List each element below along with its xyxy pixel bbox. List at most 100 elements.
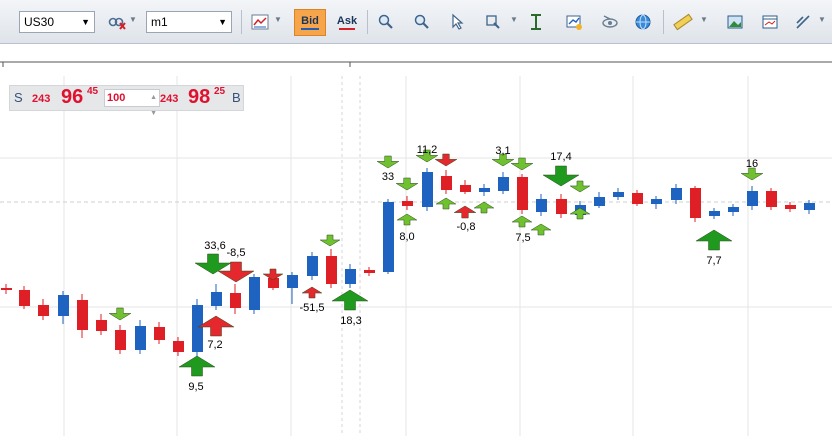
quote-panel: S 243 96 45 100 ▲ ▼ 243 98 25 B xyxy=(9,85,244,117)
arrow-down-icon xyxy=(395,177,419,191)
trade-label: 11,2 xyxy=(417,144,438,156)
candle-body xyxy=(211,292,222,306)
bid-label: Bid xyxy=(301,15,319,27)
candle-body xyxy=(441,176,452,190)
properties-icon[interactable] xyxy=(562,10,586,34)
separator xyxy=(367,10,368,34)
zoom-in-icon[interactable] xyxy=(374,10,398,34)
arrow-up-icon xyxy=(530,223,552,236)
spinner-icon[interactable]: ▲ ▼ xyxy=(150,90,157,122)
candle-body xyxy=(728,207,739,212)
zoom-out-icon[interactable] xyxy=(410,10,434,34)
chart-window-icon[interactable] xyxy=(758,10,782,34)
candle-body xyxy=(173,341,184,352)
sell-price-big[interactable]: 243 xyxy=(32,93,50,105)
arrow-down-icon xyxy=(262,268,284,281)
candle-body xyxy=(154,327,165,340)
candle-body xyxy=(613,192,624,197)
symbol-value: US30 xyxy=(24,15,55,29)
candle-body xyxy=(364,270,375,273)
candle-body xyxy=(230,293,241,308)
toolbar: US30 ▼ ▼ m1 ▼ ▼ Bid Ask ▼ ▼ ▼ xyxy=(0,0,832,44)
timeframe-value: m1 xyxy=(151,15,168,29)
sell-label[interactable]: S xyxy=(14,90,23,105)
timeframe-select[interactable]: m1 ▼ xyxy=(146,11,232,33)
candle-body xyxy=(747,191,758,206)
candle-body xyxy=(1,288,12,290)
candle-body xyxy=(383,202,394,272)
candles xyxy=(1,168,815,359)
candle-body xyxy=(345,269,356,284)
trade-label: 7,2 xyxy=(207,339,222,351)
candle-body xyxy=(632,193,643,204)
ask-button[interactable]: Ask xyxy=(333,9,361,36)
candle-body xyxy=(766,191,777,207)
sell-price-main[interactable]: 96 xyxy=(61,86,83,109)
arrow-up-icon xyxy=(453,205,477,219)
bid-underline xyxy=(301,28,319,30)
chevron-down-icon[interactable]: ▼ xyxy=(700,15,708,24)
candle-body xyxy=(709,211,720,216)
trade-label: -0,8 xyxy=(457,221,476,233)
screenshot-icon[interactable] xyxy=(723,10,747,34)
chevron-down-icon[interactable]: ▼ xyxy=(129,15,137,24)
trade-label: 7,7 xyxy=(706,255,721,267)
lot-size-input[interactable]: 100 ▲ ▼ xyxy=(104,89,160,117)
trade-label: 3,1 xyxy=(495,145,510,157)
symbol-link-icon[interactable] xyxy=(105,10,129,34)
chart-type-icon[interactable] xyxy=(248,10,272,34)
trade-label: 9,5 xyxy=(188,381,203,393)
trendline-icon[interactable] xyxy=(791,10,815,34)
arrow-up-icon xyxy=(569,207,591,220)
cursor-icon[interactable] xyxy=(445,10,469,34)
arrow-up-icon xyxy=(511,215,533,228)
trade-label: 33,6 xyxy=(204,240,225,252)
globe-icon[interactable] xyxy=(631,10,655,34)
candle-body xyxy=(135,326,146,350)
chevron-down-icon[interactable]: ▼ xyxy=(510,15,518,24)
buy-price-big[interactable]: 243 xyxy=(160,93,178,105)
buy-price-main[interactable]: 98 xyxy=(188,86,210,109)
crosshair-icon[interactable] xyxy=(481,10,505,34)
visibility-icon[interactable] xyxy=(598,10,622,34)
candle-body xyxy=(249,277,260,310)
candle-body xyxy=(594,197,605,206)
buy-price-sup[interactable]: 25 xyxy=(214,86,225,97)
chevron-down-icon[interactable]: ▼ xyxy=(274,15,282,24)
sell-price-sup[interactable]: 45 xyxy=(87,86,98,97)
trade-label: -8,5 xyxy=(227,247,246,259)
candle-body xyxy=(402,201,413,206)
candle-body xyxy=(96,320,107,331)
bid-button[interactable]: Bid xyxy=(294,9,326,36)
candle-body xyxy=(785,205,796,209)
chevron-down-icon[interactable]: ▼ xyxy=(818,15,826,24)
trade-label: 33 xyxy=(382,171,394,183)
arrow-down-icon xyxy=(108,307,132,321)
trade-label: 8,0 xyxy=(399,231,414,243)
candle-body xyxy=(804,203,815,210)
candle-body xyxy=(536,199,547,212)
candle-body xyxy=(58,295,69,316)
candle-body xyxy=(479,188,490,192)
trade-label: 16 xyxy=(746,158,758,170)
buy-label[interactable]: B xyxy=(232,90,241,105)
candle-body xyxy=(498,177,509,191)
ruler-icon[interactable] xyxy=(671,10,695,34)
arrow-up-icon xyxy=(301,286,323,299)
candle-body xyxy=(192,305,203,352)
chevron-down-icon: ▼ xyxy=(81,17,90,27)
candle-body xyxy=(287,275,298,288)
candle-body xyxy=(671,188,682,200)
symbol-select[interactable]: US30 ▼ xyxy=(19,11,95,33)
arrow-down-icon xyxy=(434,153,458,167)
trade-labels: 33,6-8,5 7,2 9,5 -51,5 18,3 33 8,0 11,2 -0,8 3,1 7… xyxy=(188,144,758,393)
period-separator-icon[interactable] xyxy=(524,10,548,34)
trade-label: 17,4 xyxy=(550,151,571,163)
ask-label: Ask xyxy=(336,15,358,27)
arrow-up-icon xyxy=(435,197,457,210)
candle-body xyxy=(326,256,337,284)
arrow-up-icon xyxy=(396,213,418,226)
chart-grid xyxy=(0,61,832,436)
candle-body xyxy=(19,290,30,306)
chevron-down-icon: ▼ xyxy=(218,17,227,27)
